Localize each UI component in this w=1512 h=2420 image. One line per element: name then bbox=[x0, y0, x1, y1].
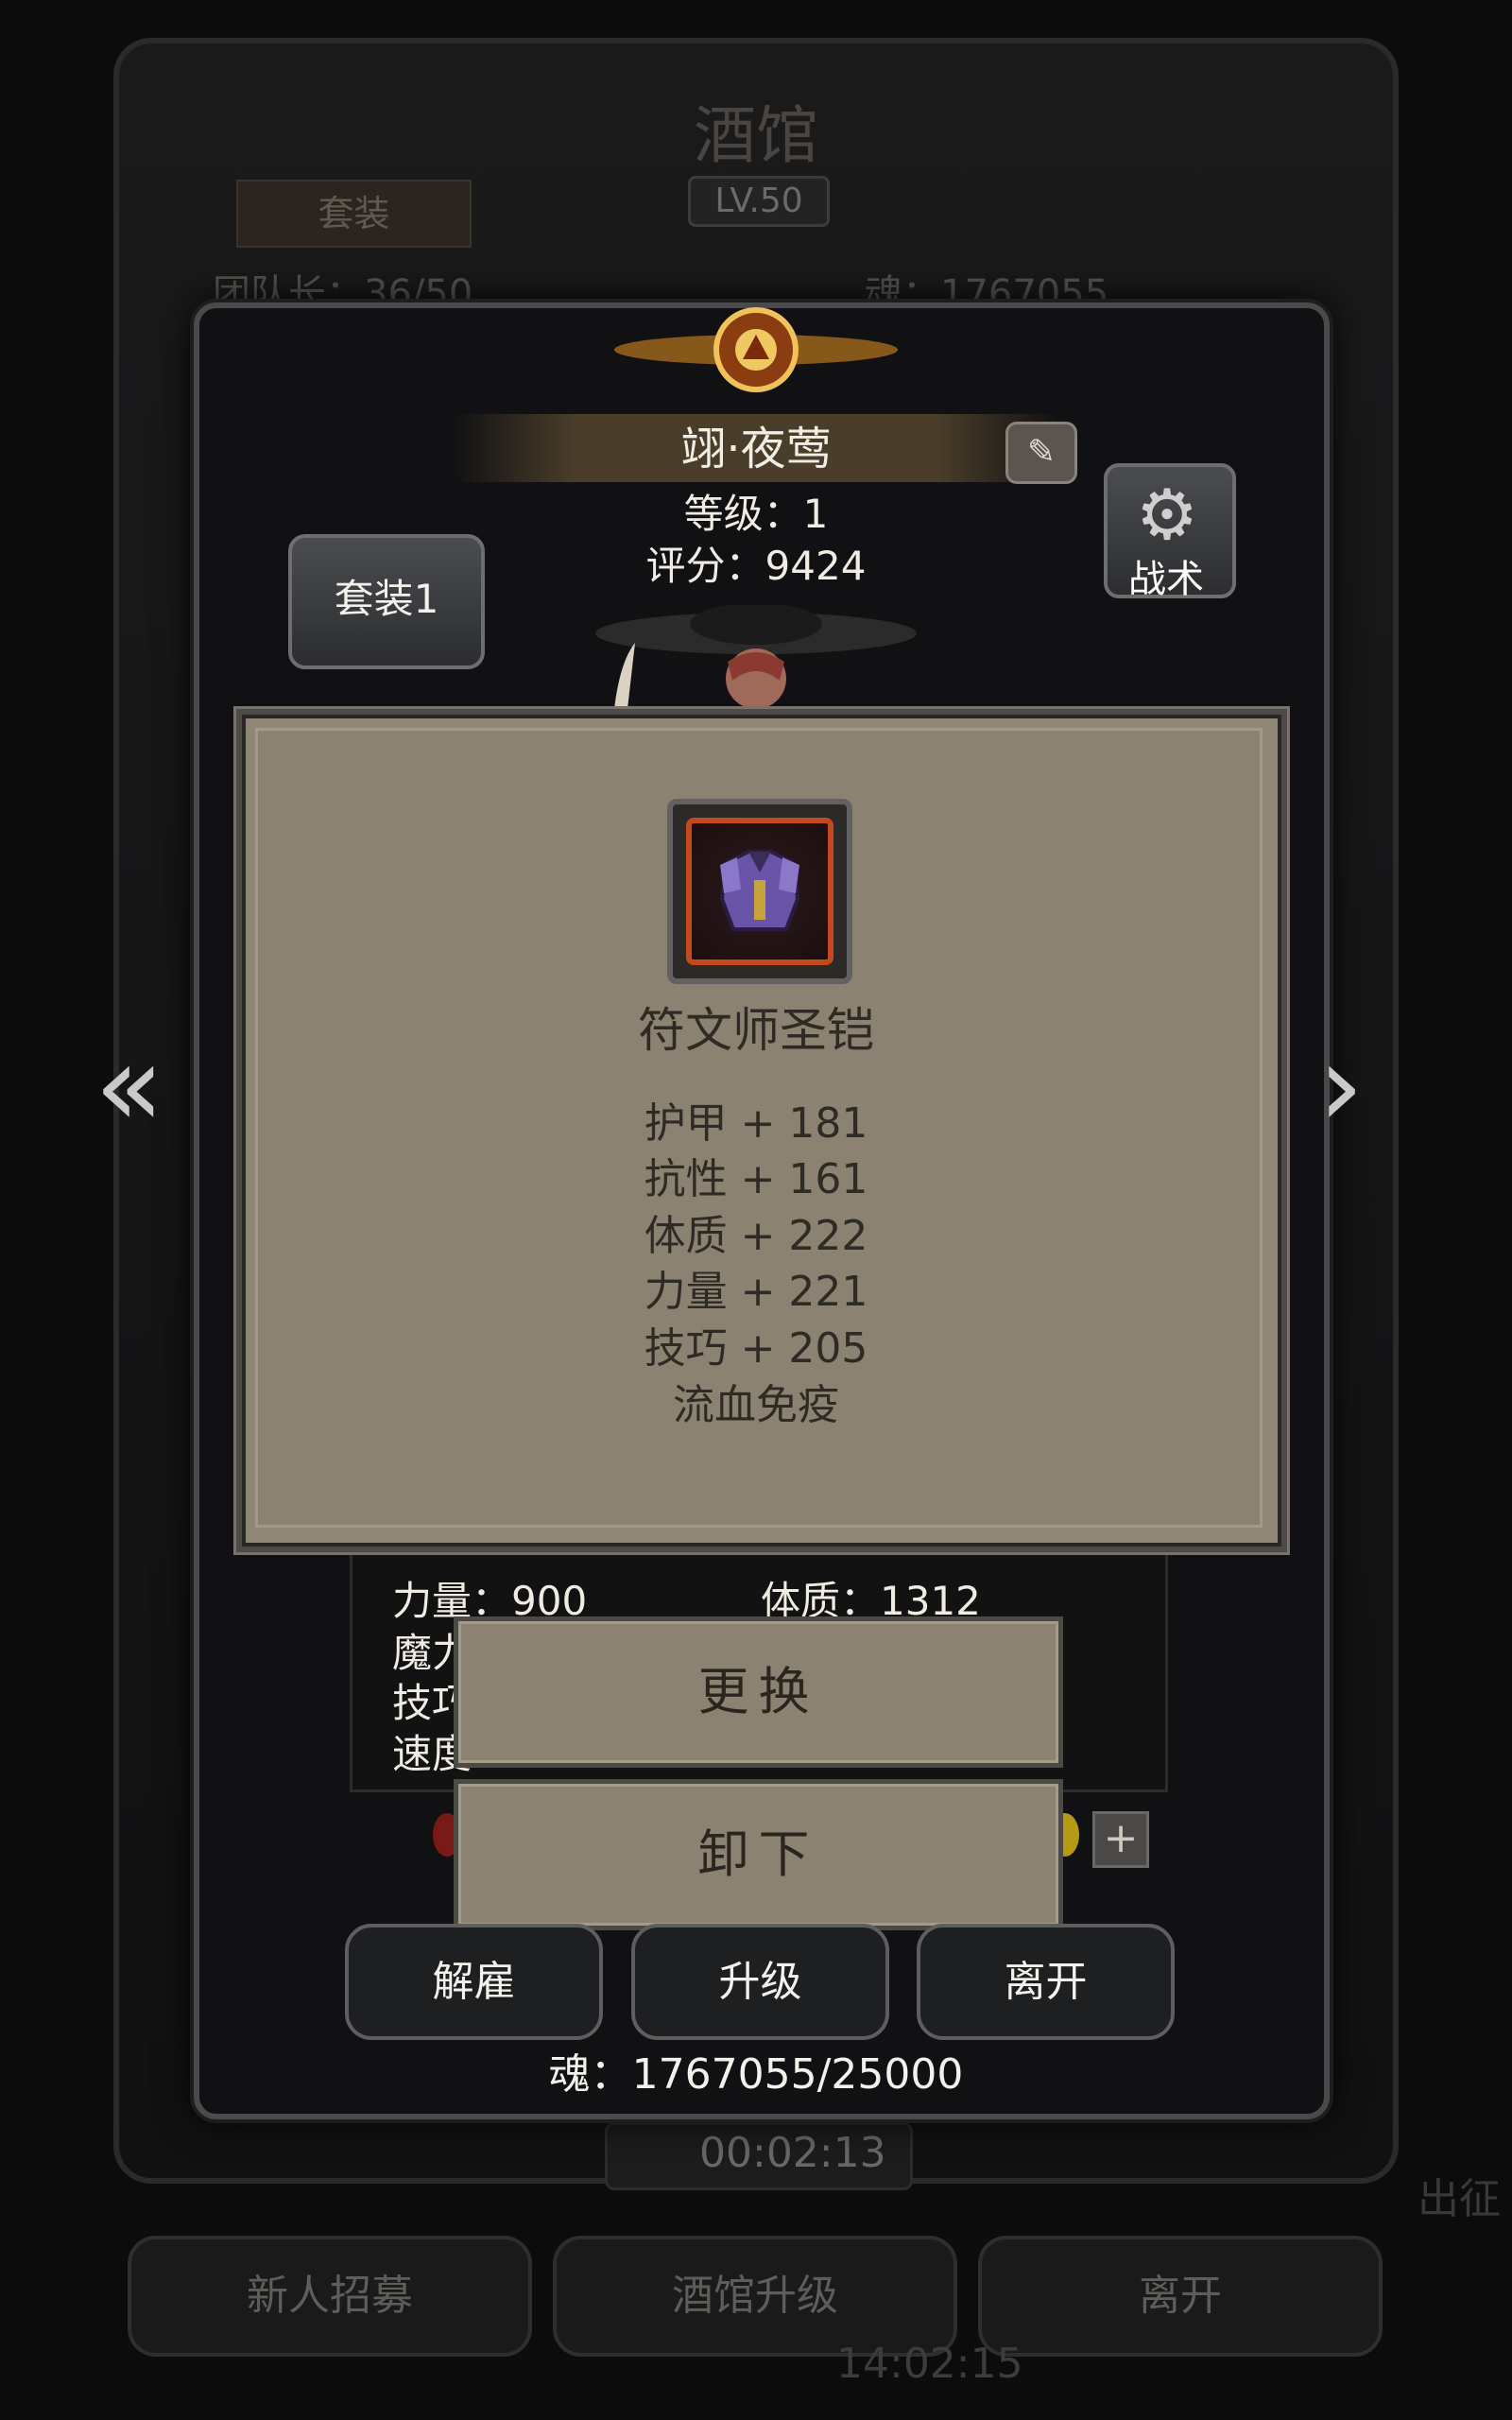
recruit-button: 新人招募 bbox=[128, 2236, 532, 2357]
leave-button[interactable]: 离开 bbox=[917, 1924, 1175, 2040]
tavern-title: 酒馆 bbox=[694, 99, 818, 172]
tavern-timer: 00:02:13 bbox=[699, 2129, 886, 2177]
dismiss-button[interactable]: 解雇 bbox=[345, 1924, 603, 2040]
edit-icon: ✎ bbox=[1026, 433, 1057, 472]
tavern-level-badge: LV.50 bbox=[688, 176, 830, 227]
expedition-label: 出征 bbox=[1418, 2175, 1501, 2223]
item-stat-constitution: 体质 + 222 bbox=[644, 1212, 868, 1260]
tavern-upgrade-button: 酒馆升级 bbox=[553, 2236, 957, 2357]
item-stat-armor: 护甲 + 181 bbox=[644, 1099, 868, 1148]
item-stat-bleed-immunity: 流血免疫 bbox=[673, 1381, 839, 1429]
upgrade-button[interactable]: 升级 bbox=[631, 1924, 889, 2040]
tavern-suit-tab: 套装 bbox=[236, 180, 472, 248]
hero-name: 翊·夜莺 bbox=[680, 423, 832, 475]
gear-icon: ⚙ bbox=[1135, 475, 1199, 556]
soul-cost: 魂：1767055/25000 bbox=[548, 2050, 964, 2099]
item-name: 符文师圣铠 bbox=[638, 1003, 874, 1058]
plus-icon: + bbox=[1103, 1814, 1139, 1862]
item-stat-strength: 力量 + 221 bbox=[644, 1268, 868, 1316]
edit-name-button[interactable]: ✎ bbox=[1005, 422, 1077, 484]
suit-1-button[interactable]: 套装1 bbox=[288, 534, 485, 669]
unequip-button[interactable]: 卸下 bbox=[454, 1779, 1063, 1930]
armor-icon bbox=[686, 818, 833, 965]
tactics-label: 战术 bbox=[1128, 558, 1204, 601]
emblem-icon bbox=[614, 307, 898, 392]
item-stat-skill: 技巧 + 205 bbox=[644, 1324, 868, 1373]
hero-score: 评分：9424 bbox=[645, 543, 867, 589]
plus-button[interactable]: + bbox=[1092, 1811, 1149, 1868]
hero-portrait bbox=[595, 605, 917, 709]
tavern-leave-button: 离开 bbox=[978, 2236, 1383, 2357]
clock-text: 14:02:15 bbox=[836, 2340, 1023, 2388]
hero-level: 等级：1 bbox=[683, 491, 829, 537]
item-stat-resistance: 抗性 + 161 bbox=[644, 1155, 868, 1203]
replace-button[interactable]: 更换 bbox=[454, 1616, 1063, 1768]
